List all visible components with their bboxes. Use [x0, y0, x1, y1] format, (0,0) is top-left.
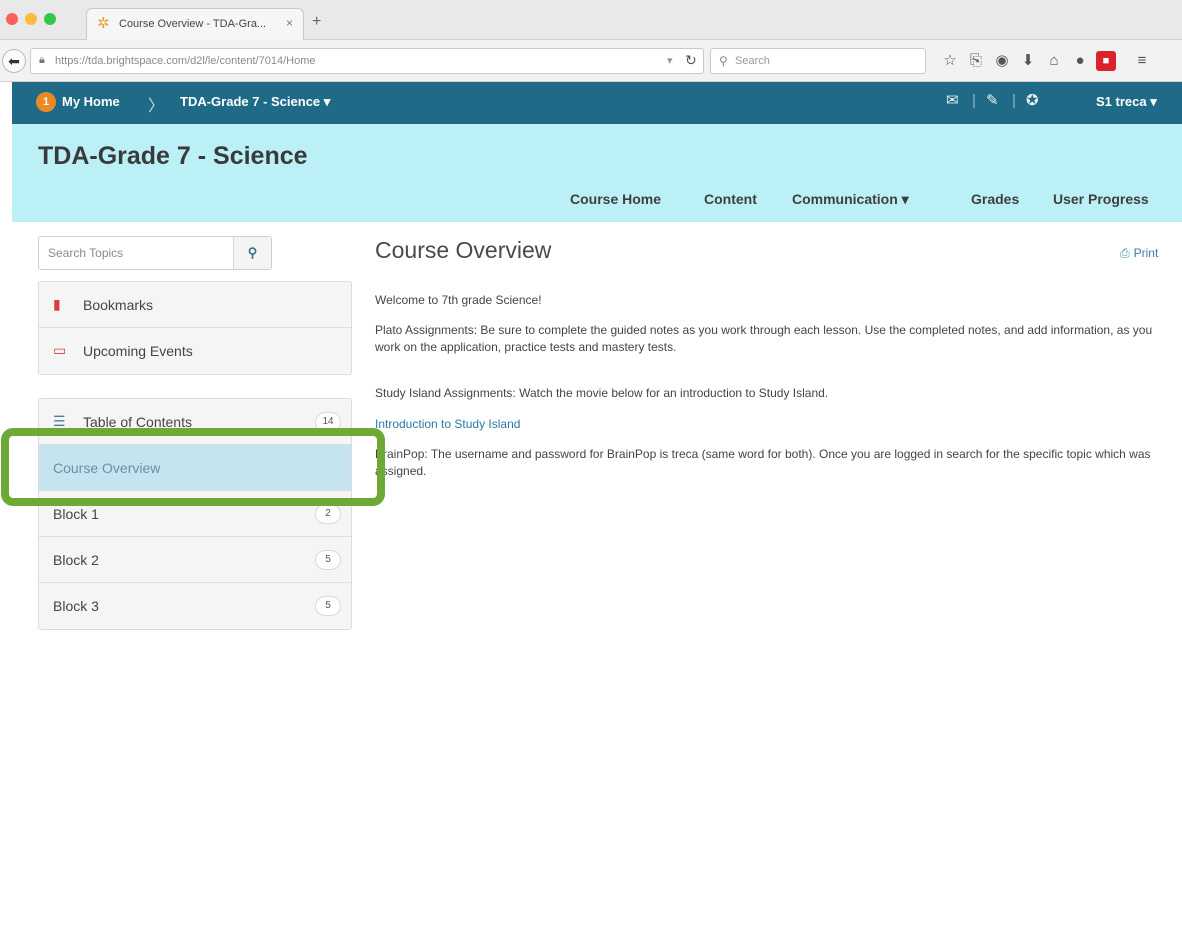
- calendar-icon: ▭: [53, 342, 67, 358]
- search-topics: ⚲: [38, 236, 272, 270]
- highlight-frame: [1, 428, 385, 506]
- chat-icon[interactable]: ●: [1070, 51, 1090, 71]
- chevron-right-icon: 〉: [148, 98, 165, 115]
- nav-user-progress[interactable]: User Progress: [1053, 191, 1149, 207]
- window-zoom-button[interactable]: [44, 13, 56, 25]
- course-title: TDA-Grade 7 - Science: [38, 142, 308, 170]
- url-bar[interactable]: 🔒︎ https://tda.brightspace.com/d2l/le/co…: [30, 48, 704, 74]
- study-island-link[interactable]: Introduction to Study Island: [375, 416, 1175, 433]
- minibar: 1 My Home 〉 TDA-Grade 7 - Science ▾ ✉ | …: [12, 82, 1182, 124]
- browser-toolbar: ⬅ 🔒︎ https://tda.brightspace.com/d2l/le/…: [0, 40, 1182, 82]
- search-topics-input[interactable]: [39, 237, 233, 269]
- nav-course-home[interactable]: Course Home: [570, 191, 661, 207]
- plato-text: Plato Assignments: Be sure to complete t…: [375, 323, 1153, 354]
- brainpop-text: BrainPop: The username and password for …: [375, 447, 1151, 478]
- window-minimize-button[interactable]: [25, 13, 37, 25]
- module-label: Block 3: [53, 598, 99, 614]
- course-selector[interactable]: TDA-Grade 7 - Science ▾: [180, 94, 330, 110]
- tab-title: Course Overview - TDA-Gra...: [119, 18, 267, 30]
- message-alert-icon[interactable]: ✉: [946, 91, 959, 109]
- bookmarks-item[interactable]: ▮ Bookmarks: [39, 282, 351, 328]
- print-button[interactable]: ⎙ Print: [1120, 246, 1158, 261]
- bookmarks-label: Bookmarks: [83, 297, 154, 313]
- printer-icon: ⎙: [1120, 246, 1130, 260]
- search-icon[interactable]: ⚲: [233, 237, 271, 269]
- count-badge: 2: [315, 504, 341, 524]
- divider: |: [1012, 92, 1016, 109]
- search-icon: ⚲: [719, 54, 728, 68]
- home-icon[interactable]: ⌂: [1044, 51, 1064, 71]
- new-tab-button[interactable]: +: [312, 14, 321, 30]
- tab-close-icon[interactable]: ×: [286, 16, 293, 30]
- clipboard-icon[interactable]: ⎘: [966, 51, 986, 71]
- divider: |: [972, 92, 976, 109]
- course-header: TDA-Grade 7 - Science Course Home Conten…: [12, 124, 1182, 222]
- bookmark-icon: ▮: [53, 296, 61, 312]
- browser-search-input[interactable]: ⚲ Search: [710, 48, 926, 74]
- menu-icon[interactable]: ≡: [1132, 51, 1152, 71]
- count-badge: 5: [315, 550, 341, 570]
- nav-communication[interactable]: Communication ▾: [792, 191, 909, 208]
- quick-links-panel: ▮ Bookmarks ▭ Upcoming Events: [38, 281, 352, 375]
- reload-icon[interactable]: ↻: [685, 52, 697, 69]
- download-icon[interactable]: ⬇: [1018, 51, 1038, 71]
- user-menu[interactable]: S1 treca ▾: [1096, 94, 1157, 110]
- module-block-2[interactable]: Block 2 5: [39, 537, 351, 583]
- lock-icon: 🔒︎: [39, 54, 45, 66]
- home-badge[interactable]: 1: [36, 92, 56, 112]
- star-icon[interactable]: ☆: [940, 51, 960, 71]
- chevron-down-icon[interactable]: ▾: [667, 54, 673, 67]
- welcome-text: Welcome to 7th grade Science!: [375, 293, 542, 307]
- study-island-text: Study Island Assignments: Watch the movi…: [375, 386, 829, 400]
- browser-tab[interactable]: ✲ Course Overview - TDA-Gra... ×: [86, 8, 304, 40]
- upcoming-events-item[interactable]: ▭ Upcoming Events: [39, 328, 351, 374]
- nav-content[interactable]: Content: [704, 191, 757, 207]
- my-home-link[interactable]: My Home: [62, 94, 120, 109]
- favicon-icon: ✲: [97, 15, 110, 32]
- nav-grades[interactable]: Grades: [971, 191, 1019, 207]
- module-label: Block 2: [53, 552, 99, 568]
- update-alert-icon[interactable]: ✪: [1026, 91, 1039, 109]
- subscription-alert-icon[interactable]: ✎: [986, 91, 999, 109]
- browser-tabbar: ✲ Course Overview - TDA-Gra... × +: [0, 0, 1182, 40]
- pocket-icon[interactable]: ◉: [992, 51, 1012, 71]
- module-label: Block 1: [53, 506, 99, 522]
- back-arrow-icon[interactable]: ⬅: [2, 49, 26, 73]
- url-text: https://tda.brightspace.com/d2l/le/conte…: [55, 55, 316, 67]
- print-label: Print: [1133, 246, 1159, 260]
- window-close-button[interactable]: [6, 13, 18, 25]
- count-badge: 5: [315, 596, 341, 616]
- module-block-3[interactable]: Block 3 5: [39, 583, 351, 629]
- page-title: Course Overview: [375, 237, 552, 263]
- upcoming-events-label: Upcoming Events: [83, 343, 193, 359]
- search-placeholder: Search: [735, 55, 770, 67]
- addon-icon[interactable]: ■: [1096, 51, 1116, 71]
